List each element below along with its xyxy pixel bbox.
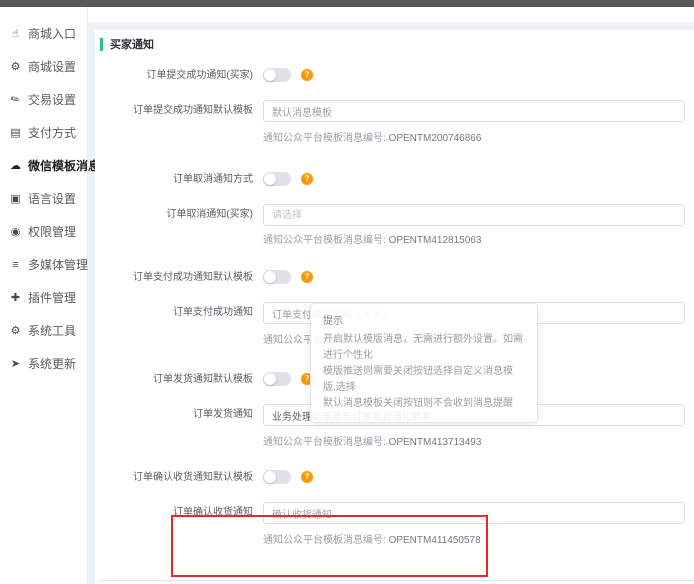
paper-plane-icon: ➤ [8,357,23,370]
order-receive-template-toggle[interactable] [263,470,291,484]
template-code-helper: 通知公众平台模板消息编号: OPENTM411450578 [263,534,694,548]
row-order-receive-template-toggle: 订单确认收货通知默认模板 ? [95,470,694,484]
order-cancel-notify-select[interactable] [263,204,685,226]
help-icon[interactable]: ? [301,471,313,483]
sidebar-item-label: 权限管理 [28,223,76,240]
list-icon: ≡ [8,259,23,271]
template-code-helper: 通知公众平台模板消息编号: OPENTM413713493 [263,436,694,450]
tooltip-line: 默认消息模板关闭按钮则不会收到消息提醒 [323,396,525,412]
row-order-receive-notify: 订单确认收货通知 [95,502,694,524]
sidebar-item-wechat-template-messages[interactable]: ☁ 微信模板消息 [0,149,87,182]
order-ship-template-toggle[interactable] [263,372,291,386]
credit-card-icon: ▤ [8,126,23,139]
tooltip-line: 模版推送则需要关闭按钮选择自定义消息模版,选择 [323,364,525,396]
sidebar-item-label: 多媒体管理 [28,256,88,273]
sidebar-item-label: 商城入口 [28,25,76,42]
template-code-helper: 通知公众平台模板消息编号: OPENTM200746866 [263,132,694,146]
tooltip-title: 提示 [323,312,525,327]
help-tooltip: 提示 开启默认模版消息，无需进行额外设置。如需进行个性化 模版推送则需要关闭按钮… [310,303,538,423]
field-label: 订单支付成功通知 [95,302,253,324]
helper-label: 通知公众平台模板消息编号: [263,235,386,246]
sidebar-item-label: 支付方式 [28,124,76,141]
help-icon[interactable]: ? [301,69,313,81]
row-order-cancel-notify-method: 订单取消通知方式 ? [95,172,694,186]
sidebar-item-label: 商城设置 [28,58,76,75]
field-label: 订单确认收货通知 [95,502,253,524]
opentm-code: OPENTM200746866 [389,133,482,144]
template-code-helper: 通知公众平台模板消息编号: OPENTM412815063 [263,234,694,248]
eye-icon: ◉ [8,225,23,238]
row-order-submit-success-toggle: 订单提交成功通知(买家) ? [95,68,694,82]
sidebar-item-mall-entry[interactable]: ☝ 商城入口 [0,17,87,50]
sidebar-item-plugin-management[interactable]: ✚ 插件管理 [0,281,87,314]
sidebar-item-label: 微信模板消息 [28,157,100,174]
order-cancel-method-toggle[interactable] [263,172,291,186]
section-title-buyer-notice: 买家通知 [100,36,694,52]
help-icon[interactable]: ? [301,173,313,185]
sidebar-item-label: 交易设置 [28,91,76,108]
opentm-code: OPENTM412815063 [389,235,482,246]
field-label: 订单支付成功通知默认模板 [95,271,253,284]
section-title-text: 买家通知 [110,36,154,52]
opentm-code: OPENTM411450578 [389,535,481,546]
field-label: 订单发货通知 [95,404,253,426]
field-label: 订单提交成功通知默认模板 [95,100,253,122]
sidebar-item-label: 语言设置 [28,190,76,207]
pen-tool-icon: ✎ [6,90,25,109]
plugin-icon: ✚ [8,291,23,304]
field-label: 订单确认收货通知默认模板 [95,471,253,484]
sidebar-item-permission-management[interactable]: ◉ 权限管理 [0,215,87,248]
helper-label: 通知公众平台模板消息编号: [263,133,386,144]
tooltip-line: 开启默认模版消息，无需进行额外设置。如需进行个性化 [323,332,525,364]
row-order-pay-success-template-toggle: 订单支付成功通知默认模板 ? [95,270,694,284]
sidebar-item-label: 插件管理 [28,289,76,306]
sidebar-item-trade-settings[interactable]: ✎ 交易设置 [0,83,87,116]
helper-label: 通知公众平台模板消息编号: [263,437,386,448]
order-receive-notify-input[interactable] [263,502,685,524]
field-label: 订单发货通知默认模板 [95,373,253,386]
order-pay-template-toggle[interactable] [263,270,291,284]
header-strip [0,7,694,22]
order-submit-success-toggle[interactable] [263,68,291,82]
sidebar-item-mall-settings[interactable]: ⚙ 商城设置 [0,50,87,83]
help-icon[interactable]: ? [301,271,313,283]
helper-label: 通知公众平台模板消息编号: [263,535,386,546]
field-label: 订单提交成功通知(买家) [95,69,253,82]
row-order-cancel-notify: 订单取消通知(买家) [95,204,694,226]
toggle-knob [264,69,276,81]
toggle-knob [264,373,276,385]
sidebar-item-label: 系统更新 [28,355,76,372]
bottom-divider [100,580,694,581]
toggle-knob [264,271,276,283]
toggle-knob [264,471,276,483]
gear-icon: ⚙ [8,60,23,73]
section-accent-bar [100,38,103,51]
field-label: 订单取消通知(买家) [95,204,253,226]
wechat-icon: ☁ [8,159,23,172]
sidebar-item-media-management[interactable]: ≡ 多媒体管理 [0,248,87,281]
toggle-knob [264,173,276,185]
storefront-entry-icon: ☝ [8,27,23,40]
sidebar-item-label: 系统工具 [28,322,76,339]
sidebar-item-system-update[interactable]: ➤ 系统更新 [0,347,87,380]
translate-icon: ▣ [8,192,23,205]
sidebar: ☝ 商城入口 ⚙ 商城设置 ✎ 交易设置 ▤ 支付方式 ☁ 微信模板消息 ▣ 语… [0,7,88,584]
sidebar-item-language-settings[interactable]: ▣ 语言设置 [0,182,87,215]
row-order-submit-template: 订单提交成功通知默认模板 [95,100,694,122]
sidebar-item-payment-methods[interactable]: ▤ 支付方式 [0,116,87,149]
order-submit-template-input[interactable] [263,100,685,122]
sidebar-item-system-tools[interactable]: ⚙ 系统工具 [0,314,87,347]
field-label: 订单取消通知方式 [95,173,253,186]
opentm-code: OPENTM413713493 [389,437,482,448]
top-dark-bar [0,0,694,7]
gear-icon: ⚙ [8,324,23,337]
